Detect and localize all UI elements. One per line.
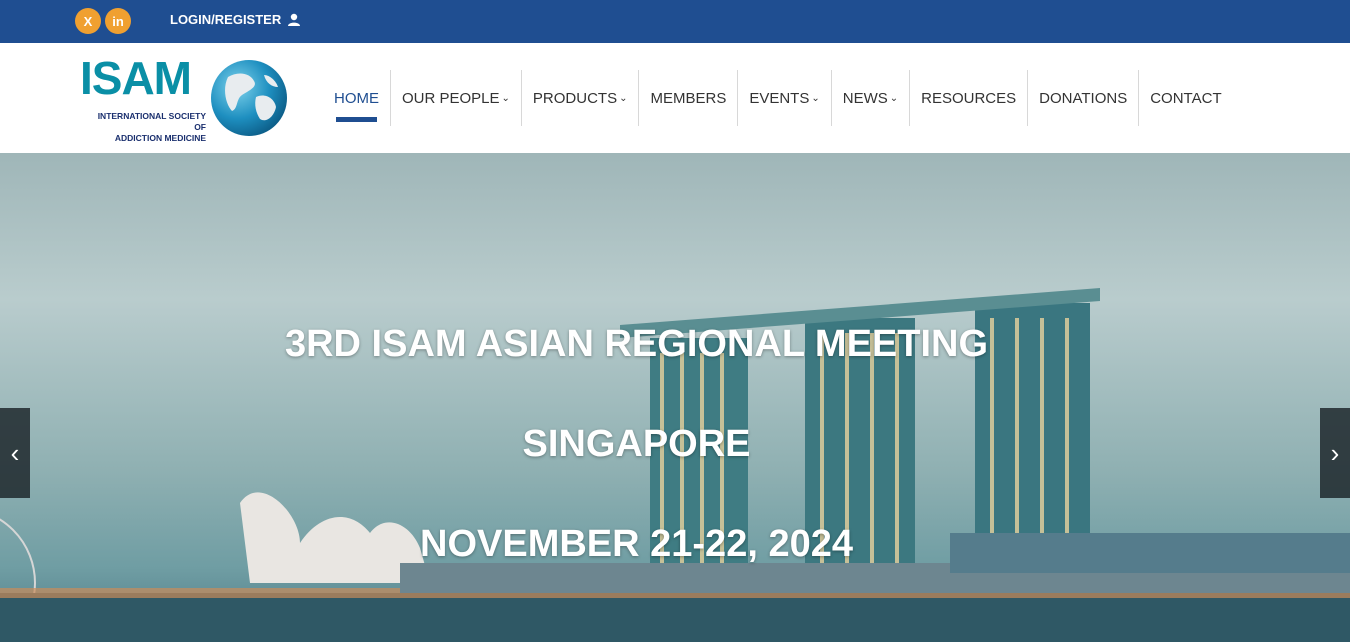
hero-title-line3: NOVEMBER 21-22, 2024 [420, 523, 853, 565]
chevron-down-icon: ⌄ [811, 92, 820, 104]
nav-contact[interactable]: CONTACT [1138, 70, 1232, 126]
logo-title: ISAM [80, 52, 192, 104]
nav-home[interactable]: HOME [323, 70, 390, 126]
slider-next-button[interactable]: › [1320, 408, 1350, 498]
chevron-down-icon: ⌄ [501, 92, 510, 104]
user-icon [288, 13, 301, 26]
main-nav: HOME OUR PEOPLE ⌄ PRODUCTS ⌄ MEMBERS EVENT… [323, 70, 1233, 126]
login-register-label: LOGIN/REGISTER [170, 12, 282, 27]
linkedin-icon[interactable]: in [105, 8, 131, 34]
hero-title-line2: SINGAPORE [522, 423, 751, 465]
hero-title-line1: 3RD ISAM ASIAN REGIONAL MEETING [284, 323, 989, 365]
hero-slider: 3RD ISAM ASIAN REGIONAL MEETING SINGAPOR… [0, 153, 1350, 642]
active-indicator [336, 117, 377, 122]
nav-news[interactable]: NEWS ⌄ [830, 70, 909, 126]
nav-donations[interactable]: DONATIONS [1027, 70, 1138, 126]
chevron-right-icon: › [1330, 437, 1340, 468]
chevron-left-icon: ‹ [10, 437, 20, 468]
x-twitter-icon[interactable]: X [75, 8, 101, 34]
slider-prev-button[interactable]: ‹ [0, 408, 30, 498]
logo-subtitle: INTERNATIONAL SOCIETY OF ADDICTION MEDIC… [97, 111, 206, 143]
marina-bay-skyline-image [0, 288, 1350, 642]
chevron-down-icon: ⌄ [889, 92, 899, 104]
globe-icon [211, 60, 287, 136]
nav-members[interactable]: MEMBERS [638, 70, 737, 126]
isam-logo[interactable]: ISAM INTERNATIONAL SOCIETY OF ADDICTION … [80, 55, 295, 145]
nav-events[interactable]: EVENTS ⌄ [737, 70, 830, 126]
site-header: ISAM INTERNATIONAL SOCIETY OF ADDICTION … [0, 43, 1350, 153]
nav-resources[interactable]: RESOURCES [909, 70, 1027, 126]
login-register-link[interactable]: LOGIN/REGISTER [170, 12, 301, 27]
top-bar: X in LOGIN/REGISTER [0, 0, 1350, 43]
chevron-down-icon: ⌄ [619, 92, 628, 104]
nav-products[interactable]: PRODUCTS ⌄ [520, 70, 639, 126]
nav-our-people[interactable]: OUR PEOPLE ⌄ [390, 70, 521, 126]
